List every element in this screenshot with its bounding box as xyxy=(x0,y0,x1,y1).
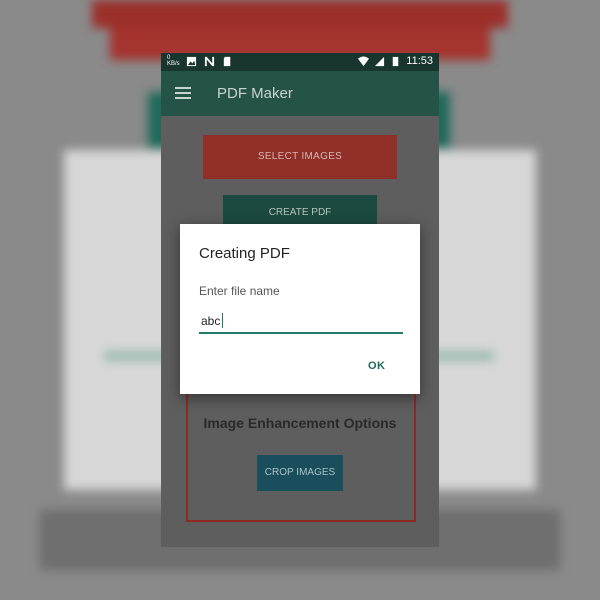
enhancement-title: Image Enhancement Options xyxy=(203,415,397,431)
n-icon xyxy=(204,56,215,66)
status-bar: 0 KB/s 11:53 xyxy=(161,53,439,71)
clock: 11:53 xyxy=(406,55,433,67)
app-bar: PDF Maker xyxy=(161,71,439,116)
data-rate: 0 KB/s xyxy=(167,55,180,67)
dialog-title: Creating PDF xyxy=(199,245,290,262)
hamburger-menu-icon[interactable] xyxy=(175,87,191,99)
ok-button[interactable]: OK xyxy=(368,360,386,372)
file-name-label: Enter file name xyxy=(199,284,280,298)
create-pdf-dialog: Creating PDF Enter file name OK xyxy=(180,224,420,394)
app-title: PDF Maker xyxy=(217,85,293,102)
battery-icon xyxy=(393,56,399,66)
signal-icon xyxy=(375,56,385,66)
text-cursor xyxy=(222,313,223,328)
bg-shape xyxy=(92,0,508,28)
wifi-icon xyxy=(358,55,370,66)
crop-images-button[interactable]: CROP IMAGES xyxy=(257,455,343,491)
file-name-input[interactable] xyxy=(199,310,403,334)
sd-card-icon xyxy=(223,56,231,66)
image-icon xyxy=(186,56,197,66)
select-images-button[interactable]: SELECT IMAGES xyxy=(203,135,397,179)
